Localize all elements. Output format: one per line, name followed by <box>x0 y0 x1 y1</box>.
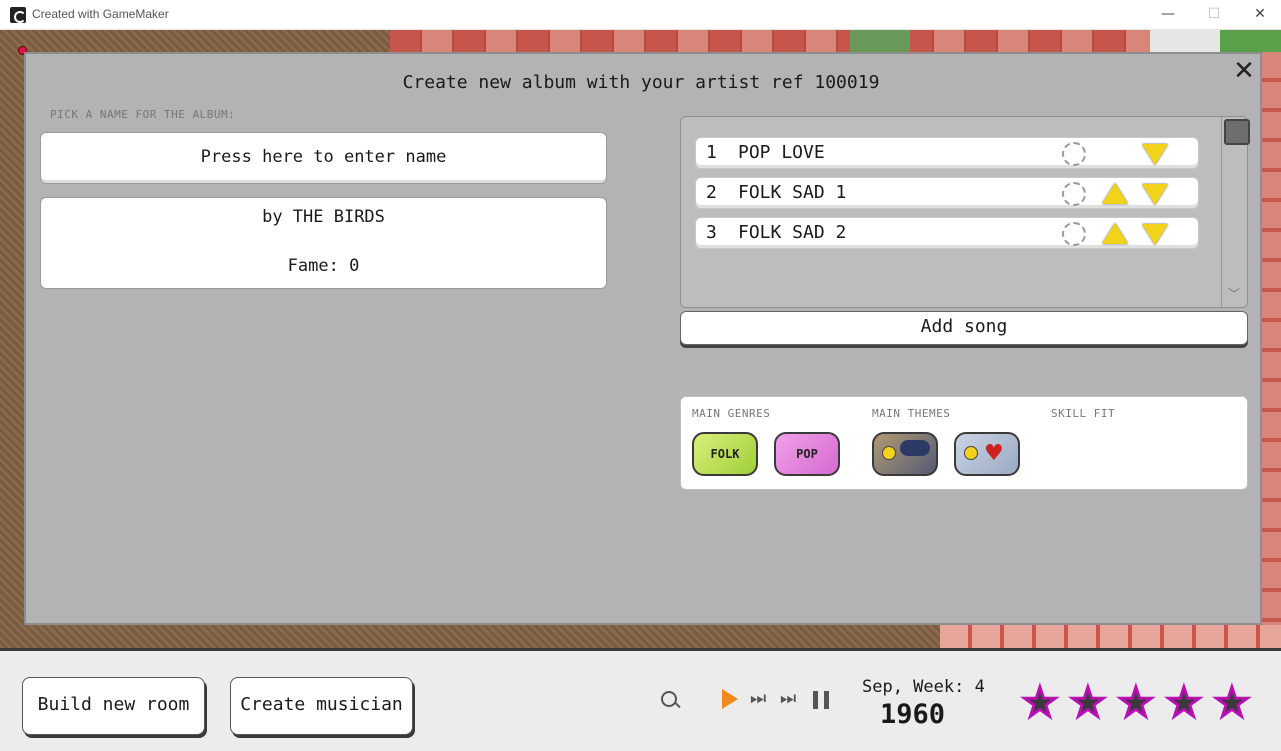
genre-theme-panel: MAIN GENRES MAIN THEMES SKILL FIT FOLK P… <box>680 396 1248 490</box>
scroll-thumb[interactable] <box>1224 119 1250 145</box>
artist-fame: Fame: 0 <box>287 256 360 276</box>
genre-pop-badge: POP <box>774 432 840 476</box>
fast-forward-icon[interactable]: ⏭ <box>750 689 766 709</box>
song-select-ring[interactable] <box>1062 222 1086 246</box>
maximize-button[interactable]: ☐ <box>1191 0 1237 30</box>
album-name-label: PICK A NAME FOR THE ALBUM: <box>50 108 236 121</box>
dialog-title: Create new album with your artist ref 10… <box>402 72 880 93</box>
song-list-scrollbar[interactable]: ﹀ <box>1221 117 1250 307</box>
theme-love-icon: ♥ <box>954 432 1020 476</box>
star-icon[interactable]: ★ <box>1213 680 1252 727</box>
star-icon[interactable]: ★ <box>1117 680 1156 727</box>
game-year: 1960 <box>880 699 946 730</box>
roof-tiles-bottom <box>940 625 1281 648</box>
create-musician-button[interactable]: Create musician <box>230 677 413 735</box>
star-icon[interactable]: ★ <box>1165 680 1204 727</box>
song-list: 1 POP LOVE 2 FOLK SAD 1 3 FOLK SAD 2 ﹀ <box>680 116 1250 308</box>
main-themes-label: MAIN THEMES <box>872 407 951 420</box>
search-icon[interactable] <box>661 691 677 707</box>
main-genres-label: MAIN GENRES <box>692 407 771 420</box>
chevron-down-icon[interactable]: ﹀ <box>1228 285 1240 302</box>
arrow-down-icon[interactable] <box>1142 224 1168 245</box>
song-row: 1 POP LOVE <box>695 137 1199 169</box>
arrow-up-icon[interactable] <box>1102 183 1128 204</box>
song-number: 2 <box>706 182 717 203</box>
storm-cloud-icon <box>900 440 930 456</box>
grass-tile-corner <box>1220 30 1281 52</box>
theme-sad-icon <box>872 432 938 476</box>
game-date: Sep, Week: 4 <box>862 677 985 697</box>
song-name: POP LOVE <box>738 142 825 163</box>
gamemaker-app-icon <box>10 7 26 23</box>
skill-fit-label: SKILL FIT <box>1051 407 1116 420</box>
arrow-down-icon[interactable] <box>1142 184 1168 205</box>
song-row: 2 FOLK SAD 1 <box>695 177 1199 209</box>
window-titlebar: Created with GameMaker — ☐ ✕ <box>0 0 1281 30</box>
window-close-button[interactable]: ✕ <box>1237 0 1281 30</box>
add-song-button[interactable]: Add song <box>680 311 1248 345</box>
song-number: 1 <box>706 142 717 163</box>
build-new-room-button[interactable]: Build new room <box>22 677 205 735</box>
grass-tile <box>850 30 910 52</box>
white-tile <box>1150 30 1220 52</box>
heart-icon: ♥ <box>984 441 1004 466</box>
star-icon[interactable]: ★ <box>1021 680 1060 727</box>
star-icon[interactable]: ★ <box>1069 680 1108 727</box>
arrow-down-icon[interactable] <box>1142 144 1168 165</box>
arrow-up-icon[interactable] <box>1102 223 1128 244</box>
faster-forward-icon[interactable]: ⏭ <box>780 689 796 709</box>
album-name-input[interactable]: Press here to enter name <box>40 132 607 184</box>
minimize-button[interactable]: — <box>1145 0 1191 30</box>
roof-tiles-top <box>390 30 1281 52</box>
artist-name: by THE BIRDS <box>262 207 385 227</box>
roof-tiles-right <box>1262 52 1281 648</box>
song-select-ring[interactable] <box>1062 182 1086 206</box>
song-number: 3 <box>706 222 717 243</box>
song-row: 3 FOLK SAD 2 <box>695 217 1199 249</box>
sad-face-icon <box>882 446 896 460</box>
window-title: Created with GameMaker <box>32 7 169 21</box>
artist-info-box: by THE BIRDS Fame: 0 <box>40 197 607 289</box>
song-name: FOLK SAD 2 <box>738 222 847 243</box>
play-icon[interactable] <box>722 689 738 709</box>
genre-folk-badge: FOLK <box>692 432 758 476</box>
pause-icon[interactable] <box>813 691 829 709</box>
song-select-ring[interactable] <box>1062 142 1086 166</box>
bottom-toolbar: Build new room Create musician ⏭ ⏭ Sep, … <box>0 648 1281 751</box>
happy-face-icon <box>964 446 978 460</box>
dialog-close-icon[interactable]: ✕ <box>1232 58 1256 84</box>
song-name: FOLK SAD 1 <box>738 182 847 203</box>
create-album-dialog: Create new album with your artist ref 10… <box>24 52 1262 625</box>
